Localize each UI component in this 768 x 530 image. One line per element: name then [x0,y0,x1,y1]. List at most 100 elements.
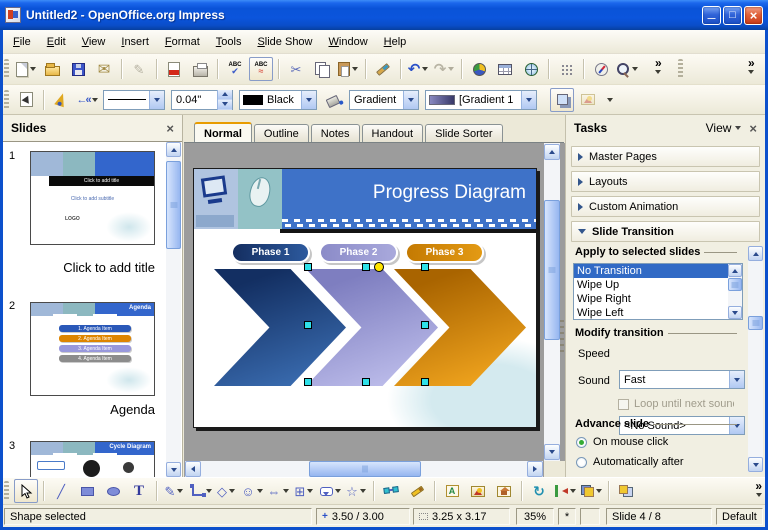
fill-style-select[interactable]: Gradient [349,90,419,110]
loop-checkbox[interactable] [618,399,629,410]
line-color-select[interactable]: Black [239,90,317,110]
select-arrow[interactable] [729,371,744,388]
scroll-up-button[interactable] [544,144,560,160]
open-button[interactable] [40,57,64,81]
select-arrow[interactable] [149,91,164,109]
spellcheck-button[interactable]: ABC✔ [223,57,247,81]
fill-button[interactable] [321,88,345,112]
connector-tool-button[interactable] [188,479,212,503]
minimize-button[interactable]: — [702,6,721,25]
adjust-handle[interactable] [374,262,384,272]
menu-edit[interactable]: Edit [39,32,74,52]
section-slide-transition[interactable]: Slide Transition [571,221,760,242]
selection-handle[interactable] [362,378,370,386]
edit-points-button[interactable] [14,88,38,112]
scroll-up-button[interactable] [748,246,763,261]
scroll-down-button[interactable] [166,462,181,477]
slides-panel-close-icon[interactable]: × [166,121,174,136]
hyperlink-button[interactable] [519,57,543,81]
insert-chart-button[interactable] [467,57,491,81]
toolbar-overflow[interactable]: » [655,56,662,74]
advance-auto-row[interactable]: Automatically after [576,456,683,468]
from-file-button[interactable] [466,479,490,503]
rectangle-tool-button[interactable] [75,479,99,503]
tab-slide-sorter[interactable]: Slide Sorter [425,124,502,142]
line-style-select[interactable] [103,90,165,110]
slide-2-thumbnail[interactable]: Agenda 1. Agenda Item 2. Agenda Item 3. … [30,302,155,396]
glue-points-button[interactable] [405,479,429,503]
selection-handle[interactable] [304,378,312,386]
selection-handle[interactable] [362,263,370,271]
tasks-view-button[interactable]: View [706,121,742,135]
alignment-button[interactable] [553,479,577,503]
radio-automatically-after[interactable] [576,457,587,468]
fill-gradient-select[interactable]: [Gradient 1 [425,90,537,110]
select-tool-button[interactable] [14,479,38,503]
slide-title[interactable]: Progress Diagram [282,169,536,217]
fontwork-button[interactable]: A [440,479,464,503]
symbol-shapes-button[interactable]: ☺ [240,479,264,503]
basic-shapes-button[interactable]: ◇ [214,479,238,503]
line-width-spinner[interactable]: 0.04" [171,90,233,110]
edit-file-button[interactable]: ✎ [127,57,151,81]
scroll-right-button[interactable] [527,461,543,477]
section-master-pages[interactable]: Master Pages [571,146,760,167]
zoom-button[interactable] [615,57,639,81]
menu-file[interactable]: File [5,32,39,52]
arrange-button[interactable] [579,479,603,503]
redo-button[interactable]: ↷ [432,57,456,81]
slide-2-caption[interactable]: Agenda [30,402,155,417]
tasks-panel-close-icon[interactable]: × [749,121,757,136]
list-scrollbar[interactable] [728,264,742,319]
selection-handle[interactable] [421,378,429,386]
title-bar[interactable]: Untitled2 - OpenOffice.org Impress — □ × [0,0,768,30]
close-button[interactable]: × [744,6,763,25]
insert-table-button[interactable] [493,57,517,81]
shadow-button[interactable] [550,88,574,112]
radio-on-mouse-click[interactable] [576,437,587,448]
toolbar-grip[interactable] [4,59,9,79]
toolbar-grip[interactable] [4,90,9,110]
callouts-button[interactable] [318,479,342,503]
menu-window[interactable]: Window [321,32,376,52]
block-arrows-button[interactable]: ⇔ [266,479,290,503]
arrow-style-button[interactable]: ←« [75,88,99,112]
section-custom-animation[interactable]: Custom Animation [571,196,760,217]
tab-normal[interactable]: Normal [194,122,252,142]
drawbar-overflow[interactable]: » [755,479,762,497]
presentation-toolbar-grip[interactable] [676,59,687,79]
scroll-left-button[interactable] [185,461,201,477]
line-button[interactable] [49,88,73,112]
scroll-down-button[interactable] [544,444,560,460]
tab-notes[interactable]: Notes [311,124,360,142]
transition-listbox[interactable]: No Transition Wipe Up Wipe Right Wipe Le… [573,263,743,320]
phase2-pill[interactable]: Phase 2 [319,242,398,263]
gallery-button[interactable] [492,479,516,503]
format-paintbrush-button[interactable] [371,57,395,81]
transition-option[interactable]: Wipe Right [574,292,742,306]
slides-list[interactable]: 1 Click to add title Click to add subtit… [3,141,182,477]
select-arrow[interactable] [521,91,536,109]
text-tool-button[interactable]: T [127,479,151,503]
slide-3-thumbnail[interactable]: Cycle Diagram [30,441,155,477]
ellipse-tool-button[interactable] [101,479,125,503]
autospellcheck-button[interactable]: ABC≈ [249,57,273,81]
section-layouts[interactable]: Layouts [571,171,760,192]
phase1-pill[interactable]: Phase 1 [231,242,310,263]
shadow-3d-button[interactable] [614,479,638,503]
slide-1-thumbnail[interactable]: Click to add title Click to add subtitle… [30,151,155,245]
menu-format[interactable]: Format [157,32,208,52]
advance-mouse-row[interactable]: On mouse click [576,436,668,448]
transition-option-selected[interactable]: No Transition [574,264,742,278]
tasks-scrollbar[interactable] [748,246,763,472]
scroll-up-button[interactable] [166,142,181,157]
phase3-pill[interactable]: Phase 3 [405,242,484,263]
scroll-thumb[interactable] [309,461,421,477]
scroll-thumb[interactable] [728,278,742,291]
spinner-buttons[interactable] [217,90,232,110]
slides-scrollbar[interactable] [166,142,181,477]
undo-button[interactable]: ↶ [406,57,430,81]
paste-button[interactable] [336,57,360,81]
workspace-vscrollbar[interactable] [544,143,560,461]
toolbar-grip[interactable] [4,481,9,501]
